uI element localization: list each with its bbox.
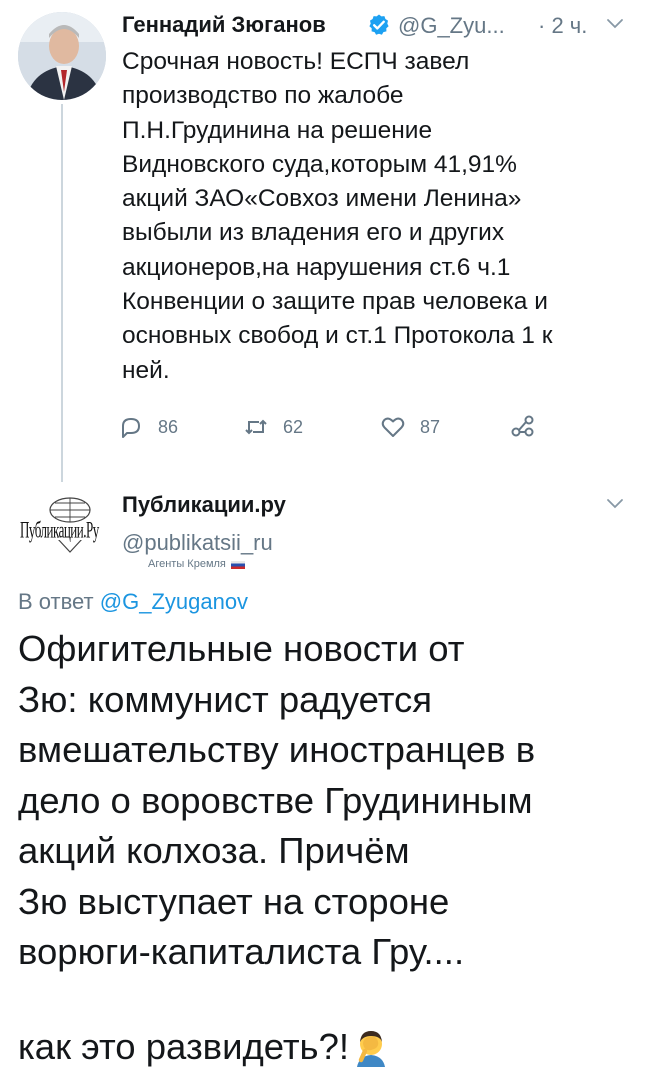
author-name[interactable]: Геннадий Зюганов xyxy=(122,12,326,38)
like-icon xyxy=(381,417,405,437)
tweet-text-closing: как это развидеть?! xyxy=(18,1026,350,1067)
like-button[interactable]: 87 xyxy=(380,414,440,440)
retweet-count: 62 xyxy=(283,416,304,437)
russia-flag-icon xyxy=(230,561,245,569)
thread-connector-line xyxy=(61,104,63,482)
author-name[interactable]: Публикации.ру xyxy=(122,492,286,518)
tweet-text: Офигительные новости от Зю: коммунист ра… xyxy=(18,628,536,972)
chevron-down-icon[interactable] xyxy=(605,16,625,32)
share-button[interactable] xyxy=(510,414,536,440)
like-count: 87 xyxy=(420,416,441,437)
replying-prefix: В ответ xyxy=(18,589,94,614)
verified-badge-icon xyxy=(369,14,389,35)
avatar-zyuganov[interactable] xyxy=(18,12,106,100)
author-handle[interactable]: @G_Zyu... xyxy=(398,13,505,39)
reply-icon xyxy=(122,418,140,438)
account-label-text: Агенты Кремля xyxy=(148,558,226,570)
avatar-publikatsii[interactable]: Публикации.Ру xyxy=(15,488,115,562)
share-icon xyxy=(511,415,534,437)
reply-button[interactable]: 86 xyxy=(118,414,178,440)
retweet-button[interactable]: 62 xyxy=(243,414,303,440)
chevron-down-icon[interactable] xyxy=(605,496,625,512)
publikatsii-logo-text: Публикации.Ру xyxy=(20,516,99,543)
replying-mention-link[interactable]: @G_Zyuganov xyxy=(100,589,248,614)
retweet-icon xyxy=(245,419,267,435)
account-label: Агенты Кремля xyxy=(148,558,245,570)
tweet-text: Срочная новость! ЕСПЧ завел производство… xyxy=(122,48,553,384)
facepalm-emoji-icon xyxy=(357,1031,386,1067)
tweet-text-last-line: как это развидеть?! xyxy=(18,1022,391,1072)
replying-to: В ответ @G_Zyuganov xyxy=(18,589,248,615)
tweet-actions: 86 62 87 xyxy=(118,414,618,450)
author-handle[interactable]: @publikatsii_ru xyxy=(122,530,273,556)
tweet-timestamp[interactable]: · 2 ч. xyxy=(538,13,587,39)
reply-count: 86 xyxy=(158,416,179,437)
